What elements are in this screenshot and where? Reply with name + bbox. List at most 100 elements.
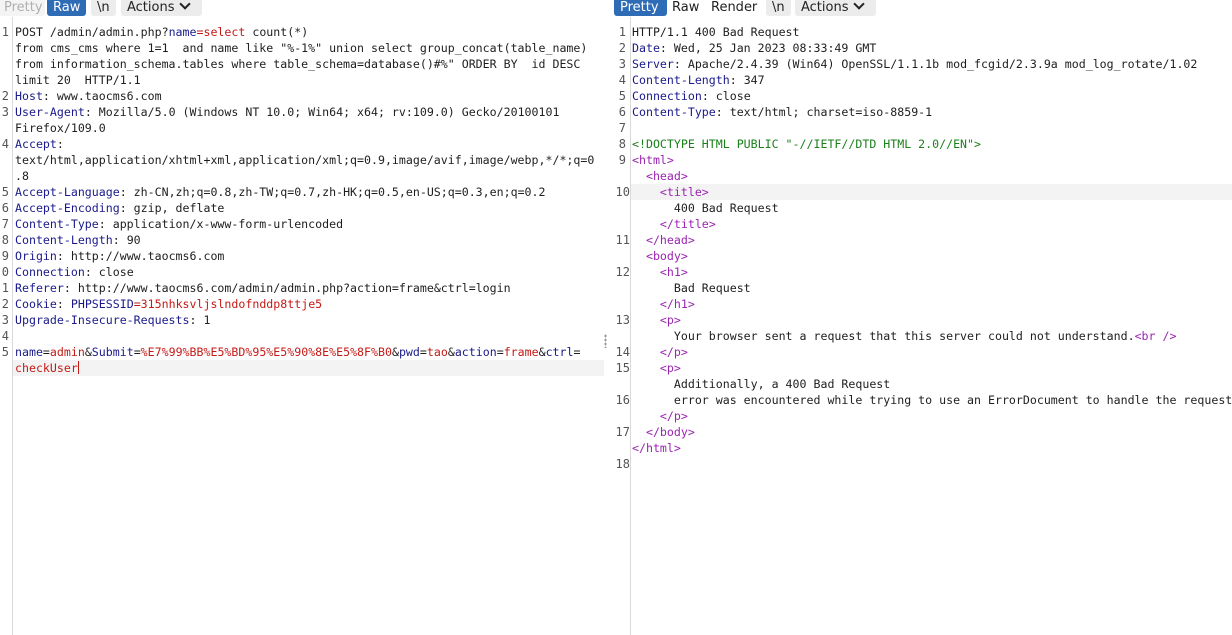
request-header-line: Host: www.taocms6.com [15,89,162,103]
response-header-line: Content-Type: text/html; charset=iso-885… [632,105,933,119]
line-number: 2 [1,89,9,103]
line-number: 5 [618,89,626,103]
request-tab-raw[interactable]: Raw [47,0,86,16]
line-number: 2 [618,41,626,55]
request-body-line: checkUser [15,361,79,375]
line-number: 1 [618,25,626,39]
line-number: 10 [615,185,630,199]
line-number: 5 [1,185,9,199]
response-header-line: Date: Wed, 25 Jan 2023 08:33:49 GMT [632,41,877,55]
response-html-tag: <body> [632,249,688,263]
response-viewer-pane[interactable]: Pretty Raw Render \n Actions 1 2 3 4 5 6… [612,0,1232,635]
response-actions-menu[interactable]: Actions [795,0,876,16]
response-pretty-text[interactable]: HTTP/1.1 400 Bad Request Date: Wed, 25 J… [632,24,1232,456]
response-html-tag: </p> [632,409,688,423]
line-number: 9 [1,249,9,263]
response-tab-pretty[interactable]: Pretty [614,0,667,16]
response-actions-label: Actions [801,0,849,15]
line-number: 16 [615,393,630,407]
request-header-line: Upgrade-Insecure-Requests: 1 [15,313,211,327]
line-number: 3 [618,57,626,71]
response-html-tag: </p> [632,345,688,359]
response-html-tag: <head> [632,169,688,183]
line-number: 18 [615,457,630,471]
line-number: 6 [1,201,9,215]
line-number: 14 [615,345,630,359]
line-number: 3 [1,313,9,327]
request-header-line: Accept-Language: zh-CN,zh;q=0.8,zh-TW;q=… [15,185,546,199]
response-title-text: 400 Bad Request [632,201,779,215]
line-number: 2 [1,297,9,311]
request-line: limit 20 HTTP/1.1 [15,73,141,87]
request-actions-label: Actions [127,0,175,15]
response-html-tag: </head> [632,233,695,247]
request-actions-menu[interactable]: Actions [121,0,202,16]
line-number: 5 [1,345,9,359]
request-header-line: Connection: close [15,265,134,279]
request-header-line: Cookie: PHPSESSID=315nhksvljslndofnddp8t… [15,297,323,311]
response-status-line: HTTP/1.1 400 Bad Request [632,25,800,39]
request-header-line: Content-Length: 90 [15,233,141,247]
pane-resize-handle[interactable] [604,334,607,348]
request-header-line: Referer: http://www.taocms6.com/admin/ad… [15,281,511,295]
chevron-down-icon [178,0,191,10]
line-number: 1 [1,281,9,295]
response-body-text-line: Additionally, a 400 Bad Request [632,377,891,391]
request-header-line: Content-Type: application/x-www-form-url… [15,217,344,231]
text-cursor [77,361,79,374]
request-line: POST /admin/admin.php?name=select count(… [15,25,309,39]
line-number: 3 [1,105,9,119]
line-number: 12 [615,265,630,279]
request-line: from cms_cms where 1=1 and name like "%-… [15,41,588,55]
request-header-line: Accept-Encoding: gzip, deflate [15,201,225,215]
line-number: 6 [618,105,626,119]
response-html-tag: </html> [632,441,681,455]
request-line: .8 [15,169,29,183]
request-tab-pretty[interactable]: Pretty [0,0,45,16]
request-raw-text[interactable]: POST /admin/admin.php?name=select count(… [15,24,606,376]
response-html-tag: <p> [632,361,681,375]
line-number: 7 [1,217,9,231]
response-html-tag: <html> [632,153,674,167]
line-number: 13 [615,313,630,327]
response-html-tag: </h1> [632,297,695,311]
response-html-tag: </title> [632,217,716,231]
response-view-toolbar: Pretty Raw Render \n Actions [612,0,1232,16]
chevron-down-icon [852,0,865,10]
request-editor-pane[interactable]: Pretty Raw \n Actions 1 2 3 4 5 6 7 8 9 … [0,0,606,635]
response-gutter-divider [630,17,631,635]
response-header-line: Connection: close [632,89,751,103]
request-line: Firefox/109.0 [15,121,106,135]
request-gutter-divider [12,17,13,635]
response-body-text-line: error was encountered while trying to us… [632,393,1232,407]
response-html-tag: <h1> [632,265,688,279]
request-line: text/html,application/xhtml+xml,applicat… [15,153,595,167]
request-body-line: name=admin&Submit=%E7%99%BB%E5%BD%95%E5%… [15,345,581,359]
request-header-line: User-Agent: Mozilla/5.0 (Windows NT 10.0… [15,105,560,119]
response-html-tag: <p> [632,313,681,327]
request-header-line: Accept: [15,137,64,151]
response-header-line: Server: Apache/2.4.39 (Win64) OpenSSL/1.… [632,57,1198,71]
line-number: 8 [618,137,626,151]
line-number: 11 [615,233,630,247]
response-header-line: Content-Length: 347 [632,73,765,87]
line-number: 4 [618,73,626,87]
line-number: 9 [618,153,626,167]
request-line: from information_schema.tables where tab… [15,57,581,71]
line-number: 1 [1,25,9,39]
line-number: 17 [615,425,630,439]
request-newline-toggle[interactable]: \n [91,0,116,16]
response-tab-render[interactable]: Render [705,0,760,16]
line-number: 4 [1,329,9,343]
request-view-toolbar: Pretty Raw \n Actions [0,0,606,16]
response-h1-text: Bad Request [632,281,751,295]
line-number: 7 [618,121,626,135]
line-number: 4 [1,137,9,151]
request-header-line: Origin: http://www.taocms6.com [15,249,225,263]
line-number: 8 [1,233,9,247]
response-html-tag: <title> [632,185,709,199]
response-newline-toggle[interactable]: \n [766,0,791,16]
response-html-tag: </body> [632,425,695,439]
response-tab-raw[interactable]: Raw [666,0,704,16]
line-number: 15 [615,361,630,375]
